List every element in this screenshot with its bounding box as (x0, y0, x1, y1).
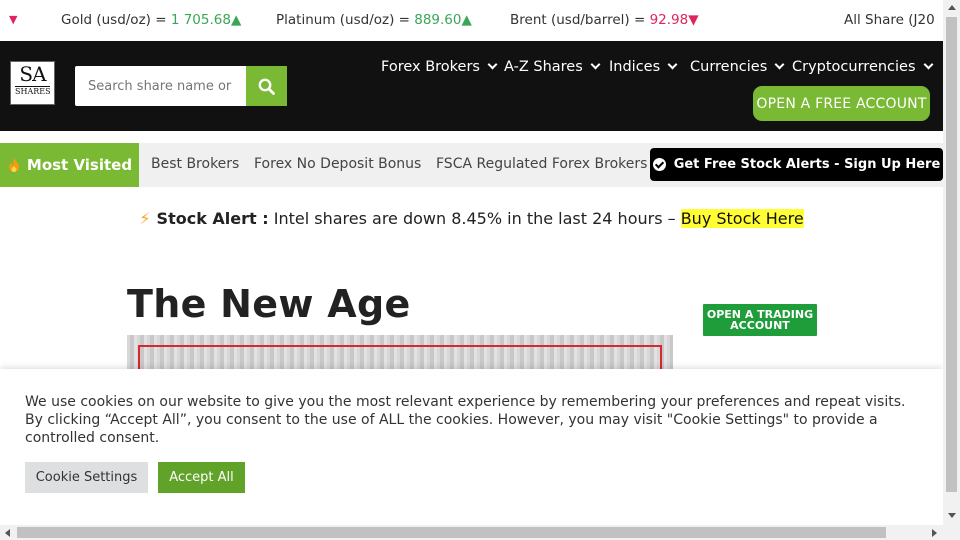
horizontal-scrollbar[interactable] (0, 525, 960, 540)
vertical-scroll-thumb[interactable] (946, 17, 957, 492)
link-forex-no-deposit-bonus[interactable]: Forex No Deposit Bonus (254, 156, 421, 172)
search-icon (258, 78, 275, 95)
search-input[interactable] (75, 66, 246, 106)
scroll-right-icon[interactable] (932, 529, 937, 537)
stock-alert-banner: ⚡ Stock Alert : Intel shares are down 8.4… (0, 209, 943, 228)
trend-down-icon: ▼ (688, 12, 699, 28)
cookie-banner: We use cookies on our website to give yo… (0, 369, 943, 525)
scrollbar-corner (943, 525, 960, 540)
nav-cryptocurrencies[interactable]: Cryptocurrencies (792, 59, 933, 75)
lightning-icon: ⚡ (139, 209, 151, 228)
nav-indices[interactable]: Indices (609, 59, 678, 75)
ticker-item-platinum[interactable]: Platinum (usd/oz) = 889.60▲ (276, 12, 472, 28)
chevron-down-icon (590, 59, 601, 70)
ticker-lead-arrow: ▼ (9, 13, 18, 26)
check-circle-icon (652, 158, 666, 171)
open-trading-account-button[interactable]: OPEN A TRADING ACCOUNT (703, 304, 817, 336)
scroll-up-icon[interactable] (948, 5, 956, 10)
vertical-scrollbar[interactable] (943, 0, 960, 525)
nav-a-z-shares[interactable]: A-Z Shares (504, 59, 601, 75)
ticker-item-all-share[interactable]: All Share (J20 (844, 12, 935, 28)
search-button[interactable] (246, 66, 287, 106)
fire-icon (8, 158, 19, 172)
chevron-down-icon (923, 59, 933, 70)
chevron-down-icon (487, 59, 498, 70)
nav-currencies[interactable]: Currencies (690, 59, 785, 75)
stock-alert-prefix: Stock Alert : (156, 209, 269, 228)
ticker-item-brent[interactable]: Brent (usd/barrel) = 92.98▼ (510, 12, 699, 28)
open-free-account-button[interactable]: OPEN A FREE ACCOUNT (753, 86, 930, 121)
link-best-brokers[interactable]: Best Brokers (151, 156, 239, 172)
free-stock-alerts-button[interactable]: Get Free Stock Alerts - Sign Up Here (650, 148, 943, 181)
market-ticker: ▼ Gold (usd/oz) = 1 705.68▲ Platinum (us… (0, 0, 943, 41)
scroll-down-icon[interactable] (948, 513, 956, 518)
chevron-down-icon (667, 59, 678, 70)
stock-alert-message: Intel shares are down 8.45% in the last … (268, 209, 681, 228)
most-visited-label: Most Visited (0, 143, 139, 187)
horizontal-scroll-thumb[interactable] (17, 527, 886, 538)
accept-all-button[interactable]: Accept All (158, 462, 245, 493)
cookie-settings-button[interactable]: Cookie Settings (25, 462, 148, 493)
ticker-item-gold[interactable]: Gold (usd/oz) = 1 705.68▲ (61, 12, 241, 28)
chevron-down-icon (774, 59, 785, 70)
scroll-left-icon[interactable] (5, 529, 10, 537)
most-visited-bar: Most Visited Best Brokers Forex No Depos… (0, 143, 943, 187)
link-fsca-regulated-forex-brokers[interactable]: FSCA Regulated Forex Brokers (436, 156, 647, 172)
cookie-text: We use cookies on our website to give yo… (25, 394, 906, 446)
buy-stock-link[interactable]: Buy Stock Here (680, 209, 804, 228)
page-title: The New Age (127, 282, 411, 326)
trend-up-icon: ▲ (230, 12, 242, 28)
site-header: SA SHARES Forex Brokers A-Z Shares Indic… (0, 41, 943, 131)
trend-up-icon: ▲ (461, 12, 472, 28)
site-logo[interactable]: SA SHARES (10, 61, 55, 105)
nav-forex-brokers[interactable]: Forex Brokers (381, 59, 498, 75)
